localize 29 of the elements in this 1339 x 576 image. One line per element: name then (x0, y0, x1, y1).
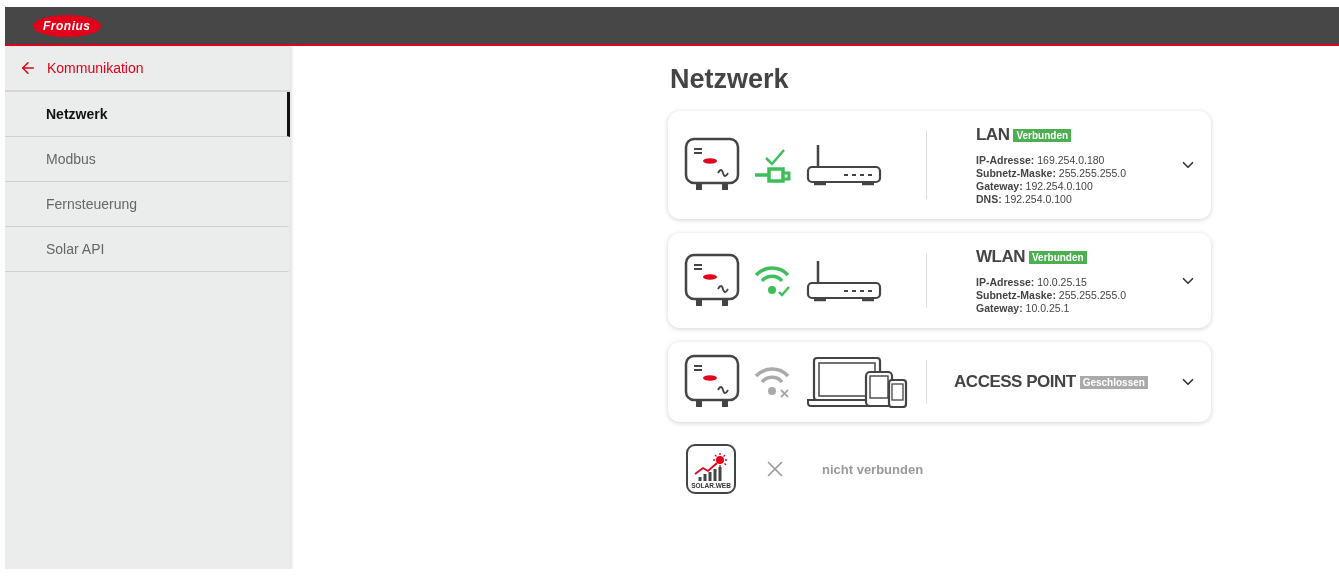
chart-sun-icon (694, 452, 728, 482)
detail-line: IP-Adresse: 169.254.0.180 (976, 154, 1106, 166)
status-badge: Geschlossen (1079, 375, 1148, 389)
inverter-icon (684, 137, 740, 193)
sidebar-item[interactable]: Modbus (5, 137, 290, 182)
connection-name: LAN (976, 125, 1010, 145)
laptop-tablet-phone-icon (806, 356, 908, 408)
connection-name: ACCESS POINT (954, 372, 1076, 392)
detail-line: Subnetz-Maske: 255.255.255.0 (976, 167, 1126, 179)
sidebar-item[interactable]: Solar API (5, 227, 290, 272)
detail-line: DNS: 192.254.0.100 (976, 193, 1073, 205)
status-badge: Verbunden (1013, 128, 1072, 142)
router-icon (806, 143, 882, 187)
brand-logo[interactable]: Fronius (33, 14, 101, 37)
sidebar-item[interactable]: Netzwerk (5, 92, 290, 137)
inverter-icon (684, 354, 740, 410)
detail-line: Subnetz-Maske: 255.255.255.0 (976, 289, 1126, 301)
detail-line: Gateway: 10.0.25.1 (976, 302, 1071, 314)
wifi-cross-icon (754, 364, 792, 400)
inverter-icon (684, 252, 740, 309)
connection-status: nicht verbunden (822, 461, 924, 477)
back-link[interactable]: Kommunikation (47, 60, 144, 76)
connection-name: WLAN (976, 247, 1025, 267)
detail-line: Gateway: 192.254.0.100 (976, 180, 1094, 192)
sidebar-item[interactable]: Fernsteuerung (5, 182, 290, 227)
router-icon (806, 258, 882, 303)
detail-line: IP-Adresse: 10.0.25.15 (976, 276, 1088, 288)
page-title: Netzwerk (670, 64, 790, 95)
status-badge: Verbunden (1028, 250, 1087, 264)
